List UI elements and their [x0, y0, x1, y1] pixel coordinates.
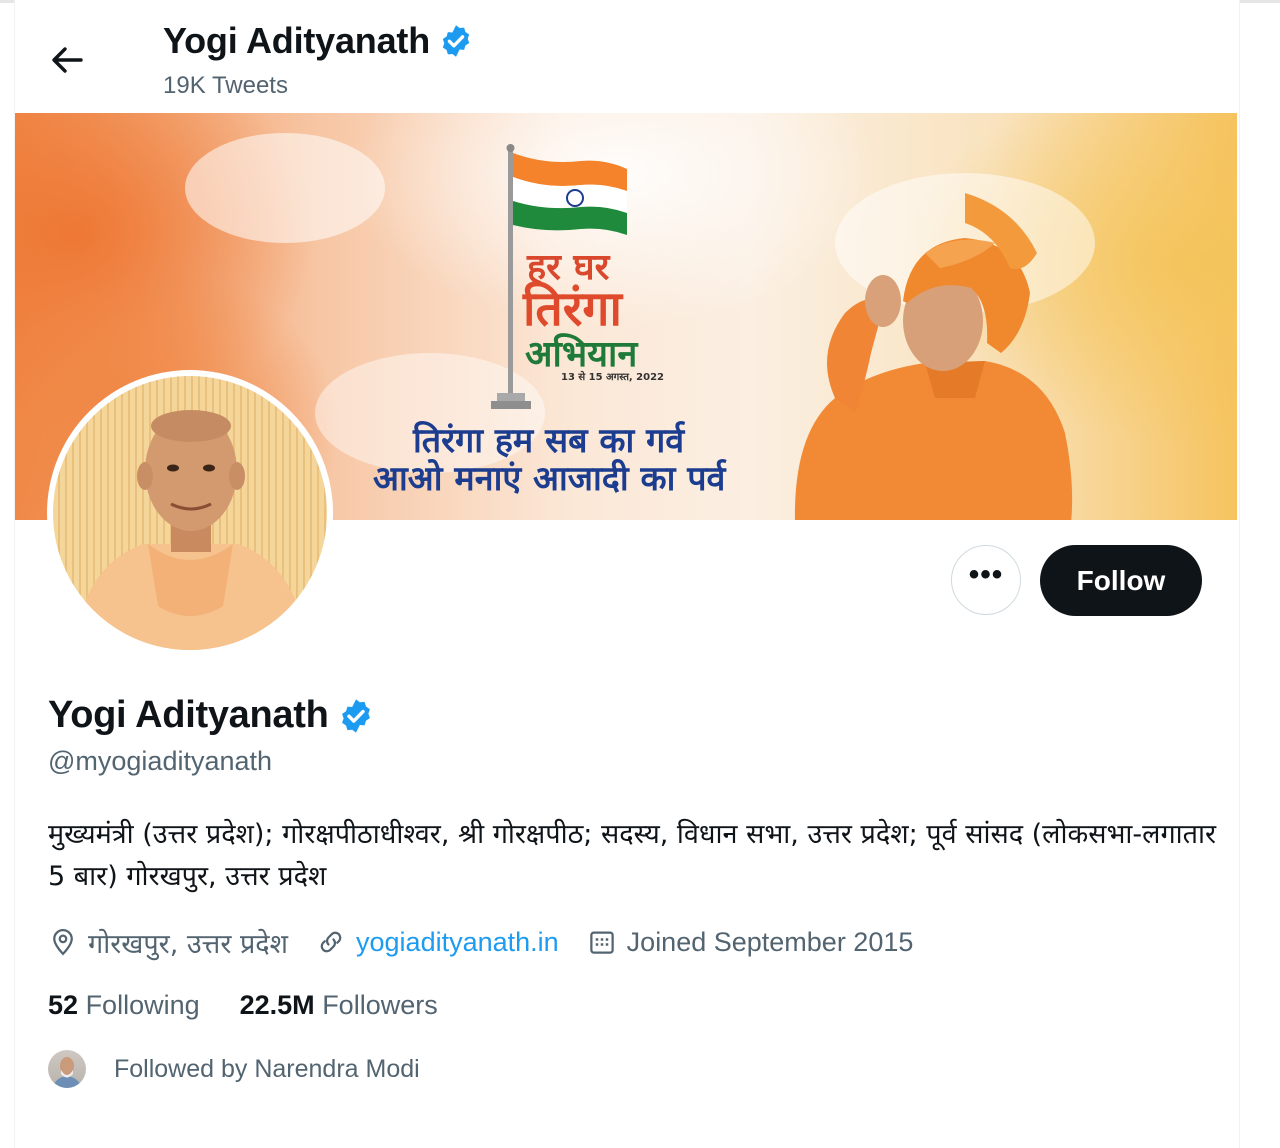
follow-button[interactable]: Follow [1040, 545, 1202, 616]
following-label: Following [85, 990, 200, 1020]
followers-stat[interactable]: 22.5M Followers [240, 990, 438, 1021]
display-name: Yogi Adityanath [48, 694, 329, 736]
avatar-photo [53, 376, 327, 650]
verified-badge-icon [442, 25, 470, 57]
followed-by[interactable]: Followed by Narendra Modi [48, 1050, 420, 1088]
profile-meta: गोरखपुर, उत्तर प्रदेश yogiadityanath.in … [48, 922, 941, 962]
banner-tagline-line2: आओ मनाएं आजादी का पर्व [373, 459, 726, 499]
followed-by-text: Followed by Narendra Modi [114, 1054, 420, 1083]
header-title: Yogi Adityanath [163, 20, 474, 62]
link-icon [320, 931, 342, 953]
location-item: गोरखपुर, उत्तर प्रदेश [48, 924, 288, 961]
website-item[interactable]: yogiadityanath.in [316, 927, 559, 958]
joined-item: Joined September 2015 [587, 926, 914, 958]
location-text: गोरखपुर, उत्तर प्रदेश [88, 928, 289, 960]
profile-name-row: Yogi Adityanath [48, 694, 375, 737]
followers-count: 22.5M [239, 990, 315, 1020]
banner-date: 13 से 15 अगस्त, 2022 [561, 372, 665, 383]
following-count: 52 [48, 990, 79, 1020]
verified-badge-icon [341, 698, 370, 733]
follow-stats: 52 Following 22.5M Followers [48, 990, 478, 1021]
followers-label: Followers [322, 990, 438, 1020]
more-options-button[interactable]: ••• [951, 545, 1021, 615]
banner-portrait [794, 193, 1073, 520]
following-stat[interactable]: 52 Following [48, 990, 200, 1021]
tweets-count: 19K Tweets [163, 72, 288, 99]
back-button[interactable] [40, 36, 94, 84]
profile-bio: मुख्यमंत्री (उत्तर प्रदेश); गोरक्षपीठाधी… [48, 819, 1217, 892]
profile-handle: @myogiadityanath [48, 746, 273, 776]
more-dots-icon: ••• [968, 558, 1004, 591]
website-link[interactable]: yogiadityanath.in [356, 927, 559, 958]
location-pin-icon [53, 928, 73, 956]
calendar-icon [589, 931, 614, 954]
follower-avatar [48, 1050, 86, 1088]
profile-avatar[interactable] [47, 370, 333, 656]
header-name: Yogi Adityanath [163, 20, 431, 61]
joined-text: Joined September 2015 [626, 926, 914, 957]
back-arrow-icon [52, 47, 83, 73]
